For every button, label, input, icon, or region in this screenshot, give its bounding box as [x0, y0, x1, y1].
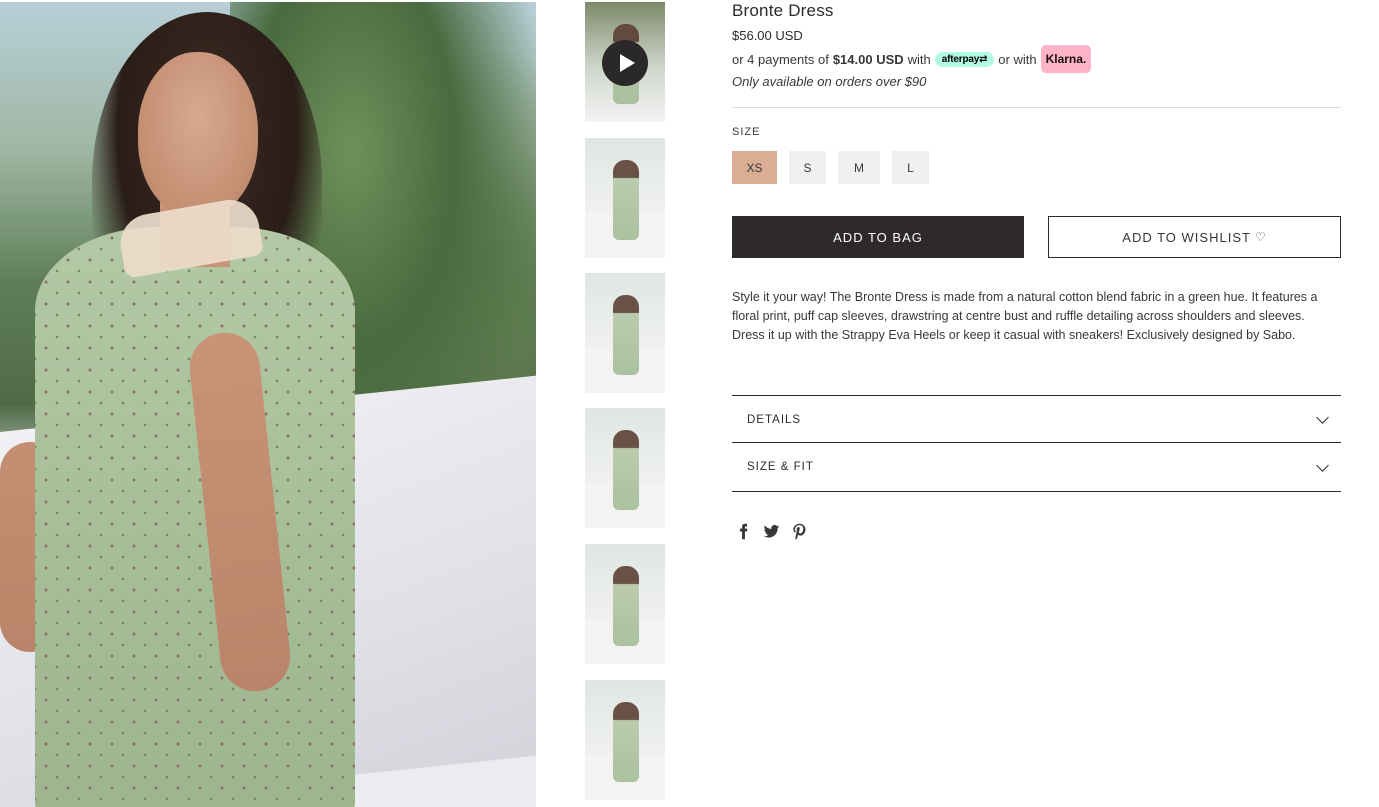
- play-icon: [619, 54, 635, 72]
- photo-dress: [35, 227, 355, 807]
- twitter-icon[interactable]: [760, 520, 782, 542]
- size-option-s[interactable]: S: [789, 151, 826, 184]
- thumbnail-figure: [613, 295, 639, 375]
- thumbnail-image[interactable]: [585, 138, 665, 258]
- pinterest-icon[interactable]: [788, 520, 810, 542]
- add-to-bag-label: ADD TO BAG: [833, 229, 923, 245]
- product-price: $56.00 USD: [732, 28, 803, 43]
- main-product-image[interactable]: [0, 2, 536, 807]
- thumbnail-image[interactable]: [585, 273, 665, 393]
- installment-or-with: or with: [998, 51, 1037, 67]
- photo-face: [138, 52, 258, 217]
- size-option-l[interactable]: L: [892, 151, 929, 184]
- installment-amount: $14.00 USD: [832, 51, 904, 67]
- thumbnail-figure: [613, 160, 639, 240]
- add-to-wishlist-label: ADD TO WISHLIST: [1122, 229, 1251, 245]
- klarna-logo[interactable]: Klarna.: [1040, 45, 1092, 73]
- installment-prefix: or 4 payments of: [732, 51, 829, 67]
- size-label: SIZE: [732, 126, 761, 138]
- thumbnail-figure: [613, 702, 639, 782]
- thumbnail-figure: [613, 430, 639, 510]
- add-to-bag-button[interactable]: ADD TO BAG: [732, 216, 1024, 258]
- thumbnail-video[interactable]: [585, 2, 665, 122]
- heart-icon: ♡: [1254, 230, 1267, 244]
- divider: [732, 107, 1341, 108]
- thumbnail-image[interactable]: [585, 544, 665, 664]
- thumbnail-image[interactable]: [585, 408, 665, 528]
- thumbnail-figure: [613, 566, 639, 646]
- social-share: [732, 520, 816, 542]
- chevron-down-icon: [1316, 411, 1329, 424]
- chevron-down-icon: [1316, 458, 1329, 472]
- installment-with: with: [907, 51, 931, 67]
- size-option-xs[interactable]: XS: [732, 151, 777, 184]
- product-description: Style it your way! The Bronte Dress is m…: [732, 290, 1318, 342]
- play-video-button[interactable]: [602, 40, 648, 86]
- size-selector: XS S M L: [732, 151, 941, 184]
- facebook-icon[interactable]: [732, 520, 754, 542]
- installment-info: or 4 payments of $14.00 USD with afterpa…: [732, 45, 1092, 73]
- size-option-m[interactable]: M: [838, 151, 880, 184]
- accordion-details-label: DETAILS: [747, 413, 802, 426]
- product-title: Bronte Dress: [732, 1, 834, 20]
- add-to-wishlist-button[interactable]: ADD TO WISHLIST ♡: [1048, 216, 1341, 258]
- accordion-details[interactable]: DETAILS: [732, 395, 1341, 443]
- afterpay-logo[interactable]: afterpay⇄: [934, 51, 995, 67]
- thumbnail-image[interactable]: [585, 680, 665, 800]
- accordion-size-fit-label: SIZE & FIT: [747, 461, 814, 473]
- accordion-size-fit[interactable]: SIZE & FIT: [732, 442, 1341, 492]
- availability-note: Only available on orders over $90: [732, 74, 927, 89]
